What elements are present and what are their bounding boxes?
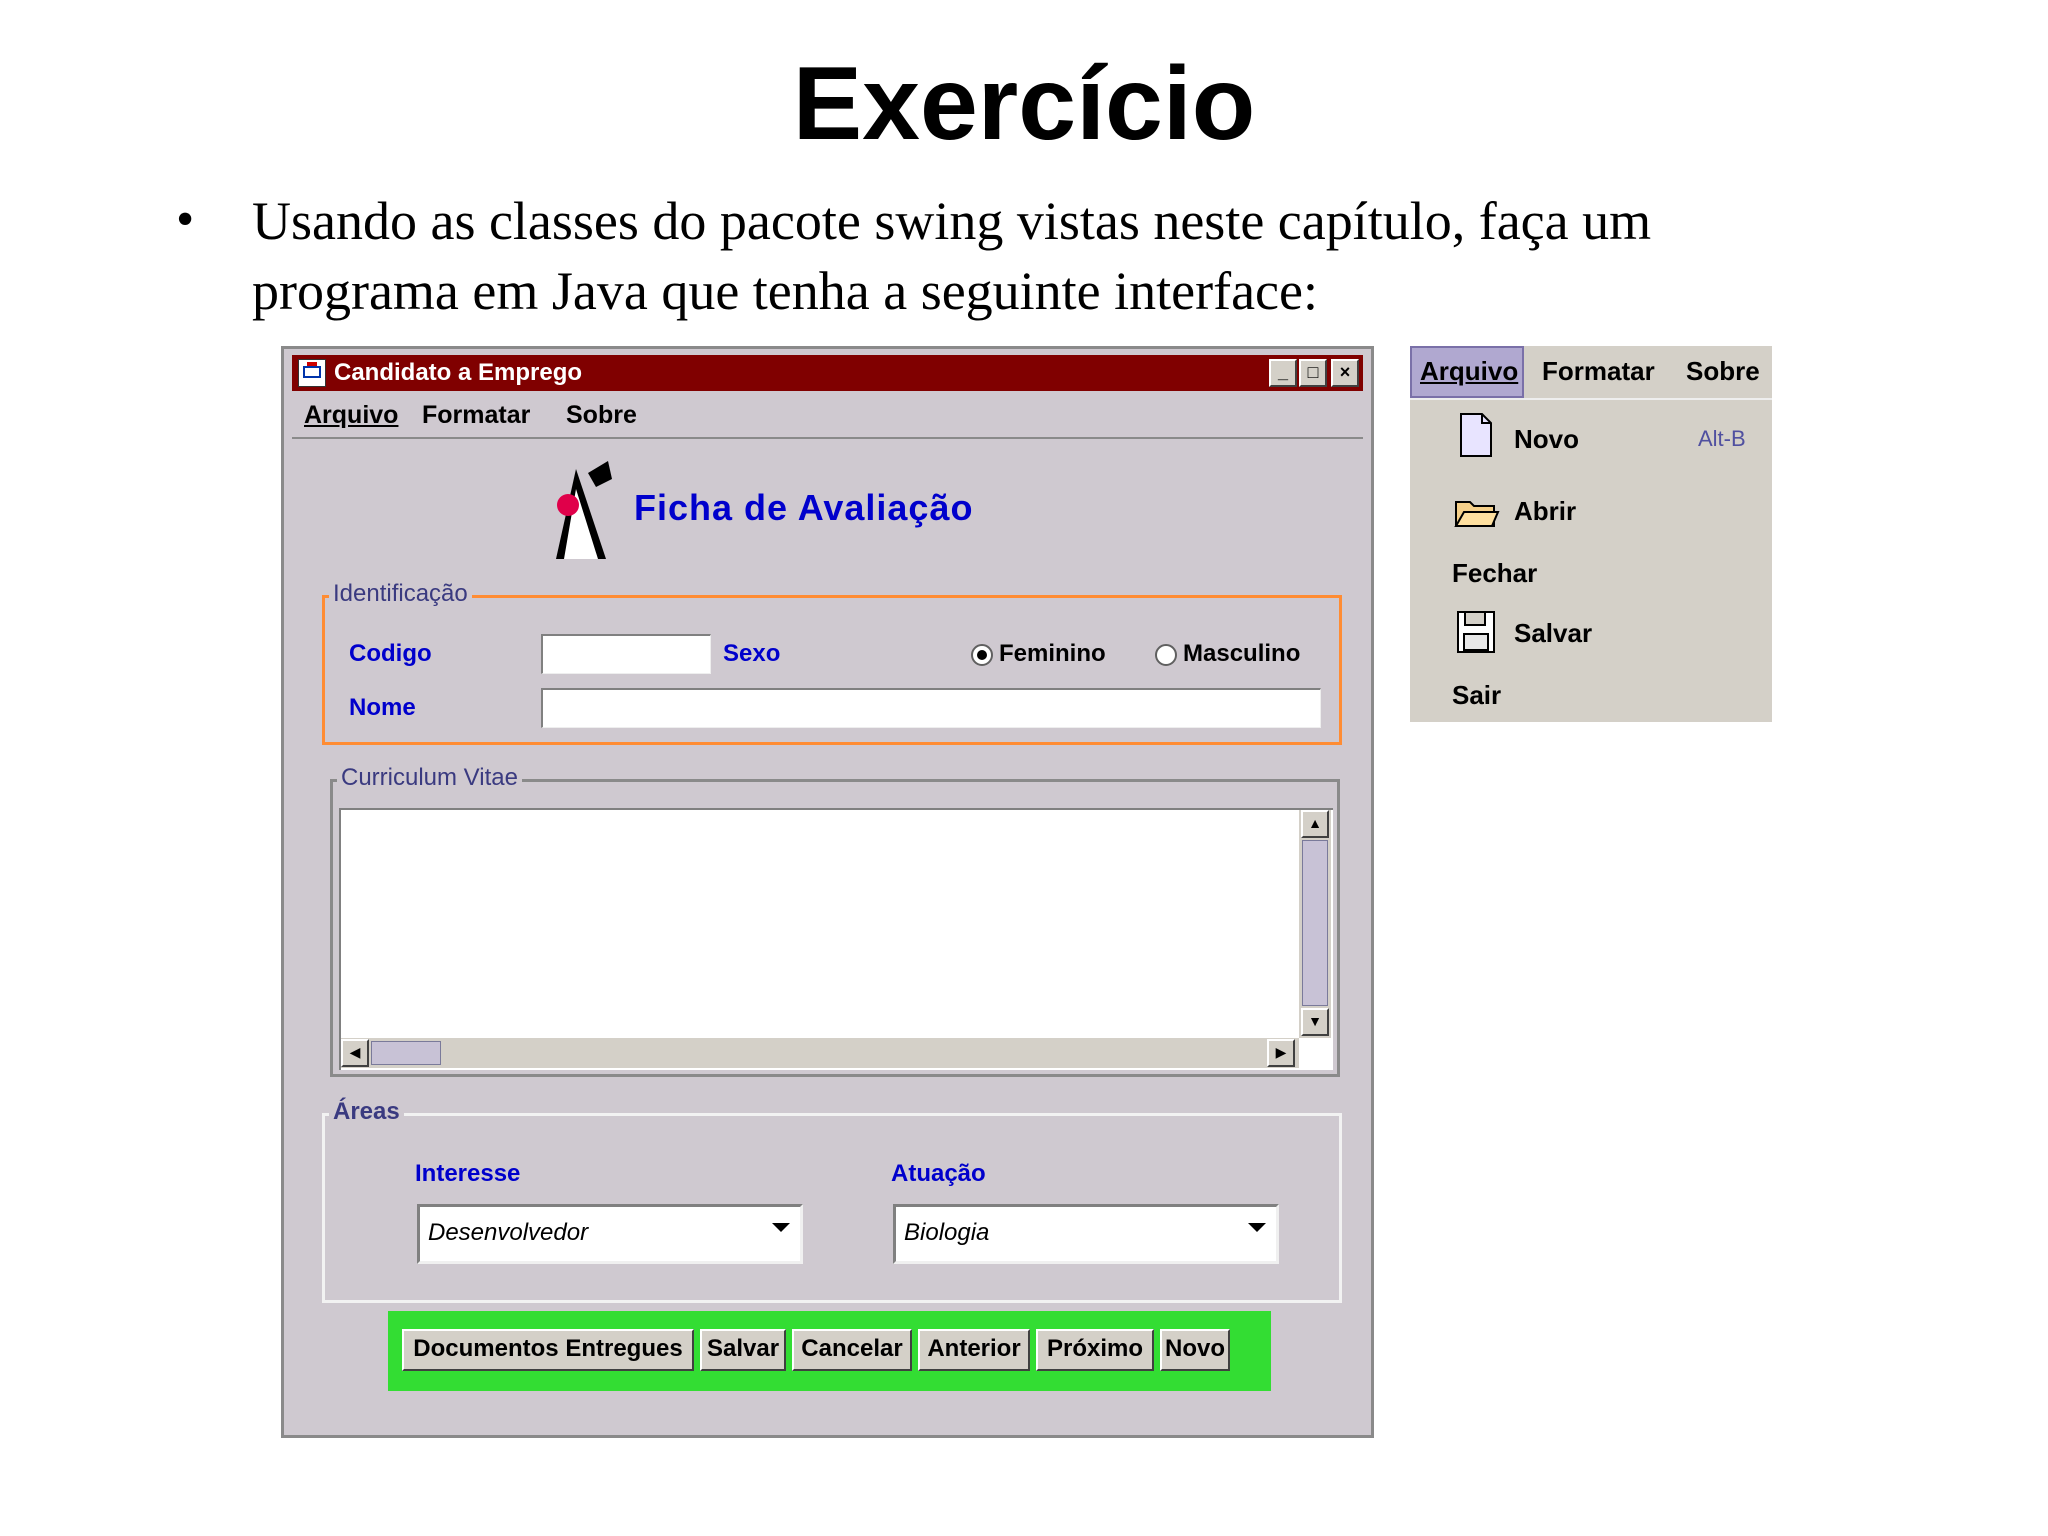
open-folder-icon xyxy=(1454,501,1500,527)
menu-arquivo[interactable]: Arquivo xyxy=(304,401,398,430)
areas-label: Áreas xyxy=(329,1098,404,1126)
duke-mascot-icon xyxy=(556,461,612,559)
curriculum-label: Curriculum Vitae xyxy=(337,764,522,792)
vertical-scroll-thumb[interactable] xyxy=(1302,840,1328,1006)
button-bar: Documentos Entregues Salvar Cancelar Ant… xyxy=(388,1311,1271,1391)
proximo-button[interactable]: Próximo xyxy=(1036,1329,1154,1371)
app-window: Candidato a Emprego _ □ × Arquivo Format… xyxy=(281,346,1374,1438)
form-heading: Ficha de Avaliação xyxy=(634,487,974,528)
menu-panel-bar: Arquivo Formatar Sobre xyxy=(1410,346,1772,400)
window-title: Candidato a Emprego xyxy=(334,359,583,386)
curriculum-group: Curriculum Vitae ▲ ▼ ◀ ▶ xyxy=(330,764,1340,1077)
radio-feminino[interactable] xyxy=(971,644,993,666)
menu-item-sair[interactable]: Sair xyxy=(1452,680,1501,711)
identificacao-group: Identificação Codigo Sexo Feminino Mascu… xyxy=(322,580,1342,745)
atuacao-label: Atuação xyxy=(891,1160,986,1187)
interesse-label: Interesse xyxy=(415,1160,521,1187)
new-document-icon xyxy=(1460,413,1492,457)
nome-input[interactable] xyxy=(541,688,1321,728)
documentos-entregues-button[interactable]: Documentos Entregues xyxy=(402,1329,694,1371)
scroll-left-arrow-icon[interactable]: ◀ xyxy=(341,1039,369,1067)
bullet-text: Usando as classes do pacote swing vistas… xyxy=(252,191,1652,321)
codigo-label: Codigo xyxy=(349,640,432,667)
nome-label: Nome xyxy=(349,694,416,721)
dropdown-arrow-icon[interactable] xyxy=(772,1223,790,1232)
radio-masculino[interactable] xyxy=(1155,644,1177,666)
menu-item-fechar[interactable]: Fechar xyxy=(1452,558,1537,589)
menu-sobre[interactable]: Sobre xyxy=(566,401,637,430)
anterior-button[interactable]: Anterior xyxy=(918,1329,1030,1371)
menu-item-abrir[interactable]: Abrir xyxy=(1514,496,1576,527)
mp-menu-formatar[interactable]: Formatar xyxy=(1542,356,1655,387)
menu-formatar[interactable]: Formatar xyxy=(422,401,530,430)
salvar-button[interactable]: Salvar xyxy=(700,1329,786,1371)
scroll-down-arrow-icon[interactable]: ▼ xyxy=(1301,1008,1329,1036)
cancelar-button[interactable]: Cancelar xyxy=(792,1329,912,1371)
menu-bar: Arquivo Formatar Sobre xyxy=(292,393,1363,439)
horizontal-scrollbar[interactable]: ◀ ▶ xyxy=(341,1038,1299,1068)
scroll-right-arrow-icon[interactable]: ▶ xyxy=(1267,1039,1295,1067)
menu-item-salvar[interactable]: Salvar xyxy=(1514,618,1592,649)
atuacao-value: Biologia xyxy=(904,1219,990,1246)
radio-feminino-label: Feminino xyxy=(999,640,1106,667)
curriculum-textarea[interactable] xyxy=(339,808,1333,1070)
arquivo-menu-panel: Arquivo Formatar Sobre Novo Alt-B Abrir … xyxy=(1410,346,1772,722)
maximize-button[interactable]: □ xyxy=(1299,359,1327,387)
radio-masculino-label: Masculino xyxy=(1183,640,1301,667)
close-button[interactable]: × xyxy=(1331,359,1359,387)
mp-menu-sobre[interactable]: Sobre xyxy=(1686,356,1760,387)
horizontal-scroll-thumb[interactable] xyxy=(371,1041,441,1065)
interesse-combo[interactable]: Desenvolvedor xyxy=(417,1204,803,1264)
vertical-scrollbar[interactable]: ▲ ▼ xyxy=(1299,810,1331,1038)
novo-button[interactable]: Novo xyxy=(1160,1329,1230,1371)
minimize-button[interactable]: _ xyxy=(1269,359,1297,387)
atuacao-combo[interactable]: Biologia xyxy=(893,1204,1279,1264)
slide-title: Exercício xyxy=(792,46,1256,162)
floppy-disk-icon xyxy=(1457,611,1495,653)
bullet-dot: • xyxy=(176,191,195,248)
app-icon xyxy=(298,359,326,387)
menu-item-novo[interactable]: Novo xyxy=(1514,424,1579,455)
areas-group: Áreas Interesse Desenvolvedor Atuação Bi… xyxy=(322,1098,1342,1303)
menu-item-novo-shortcut: Alt-B xyxy=(1698,426,1746,451)
dropdown-arrow-icon[interactable] xyxy=(1248,1223,1266,1232)
sexo-label: Sexo xyxy=(723,640,781,667)
codigo-input[interactable] xyxy=(541,634,711,674)
title-bar[interactable]: Candidato a Emprego _ □ × xyxy=(292,355,1363,391)
mp-menu-arquivo[interactable]: Arquivo xyxy=(1420,356,1518,387)
scroll-up-arrow-icon[interactable]: ▲ xyxy=(1301,810,1329,838)
interesse-value: Desenvolvedor xyxy=(428,1219,589,1246)
identificacao-label: Identificação xyxy=(329,580,472,608)
